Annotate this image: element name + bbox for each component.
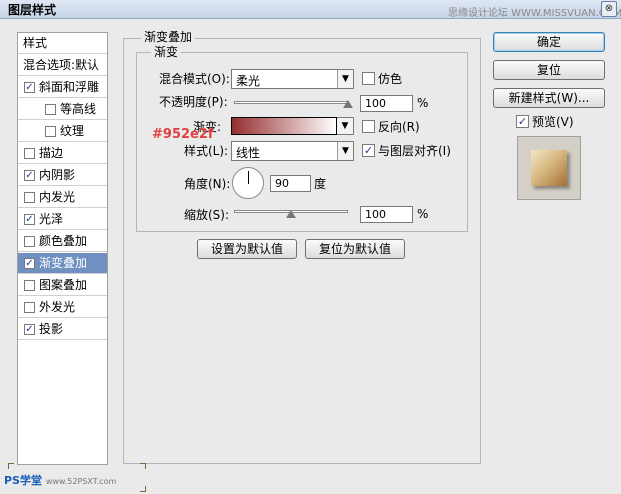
style-list-item[interactable]: ✓ 渐变叠加 — [18, 253, 107, 274]
style-list-checkbox[interactable] — [24, 192, 35, 203]
style-list-label: 光泽 — [39, 212, 64, 226]
style-value: 线性 — [236, 146, 261, 160]
angle-input[interactable]: 90 — [270, 175, 311, 192]
style-list-label: 颜色叠加 — [39, 234, 88, 248]
style-list-label: 混合选项:默认 — [23, 58, 100, 72]
opacity-input[interactable]: 100 — [360, 95, 413, 112]
blend-mode-label: 混合模式(O): — [159, 72, 230, 86]
scale-input[interactable]: 100 — [360, 206, 413, 223]
style-list-label: 斜面和浮雕 — [39, 80, 100, 94]
style-list-item[interactable]: 纹理 — [18, 121, 107, 142]
preview-thumbnail — [517, 136, 581, 200]
dither-label: 仿色 — [378, 72, 403, 86]
corner-bracket — [8, 463, 14, 469]
logo-text: PS学堂 — [4, 474, 42, 487]
style-list-item[interactable]: ✓ 内阴影 — [18, 165, 107, 186]
style-list-item[interactable]: 内发光 — [18, 187, 107, 208]
style-list-checkbox[interactable] — [24, 302, 35, 313]
style-list-item[interactable]: 颜色叠加 — [18, 231, 107, 252]
style-list-item[interactable]: ✓ 斜面和浮雕 — [18, 77, 107, 98]
opacity-slider-thumb[interactable] — [343, 100, 353, 108]
style-list-item[interactable]: 混合选项:默认 — [18, 55, 107, 76]
style-list-checkbox[interactable]: ✓ — [24, 214, 35, 225]
style-list-label: 纹理 — [60, 124, 85, 138]
gradient-subgroup-title: 渐变 — [151, 45, 182, 59]
style-list-checkbox[interactable]: ✓ — [24, 324, 35, 335]
style-list-label: 内发光 — [39, 190, 76, 204]
style-list-item[interactable]: 外发光 — [18, 297, 107, 318]
style-list-label: 描边 — [39, 146, 64, 160]
style-list-label: 样式 — [23, 36, 48, 50]
logo-url: www.52PSXT.com — [45, 477, 117, 486]
angle-unit: 度 — [314, 177, 327, 191]
opacity-label: 不透明度(P): — [159, 95, 228, 109]
opacity-slider-track[interactable] — [234, 101, 348, 104]
style-list-item[interactable]: ✓ 光泽 — [18, 209, 107, 230]
style-list-item[interactable]: ✓ 投影 — [18, 319, 107, 340]
scale-slider-thumb[interactable] — [286, 210, 296, 218]
corner-bracket — [140, 486, 146, 492]
reverse-checkbox[interactable] — [362, 120, 375, 133]
window-title: 图层样式 — [8, 3, 57, 17]
preview-label: 预览(V) — [532, 115, 574, 129]
style-list-checkbox[interactable] — [24, 280, 35, 291]
corner-bracket — [140, 463, 146, 469]
style-list-label: 外发光 — [39, 300, 76, 314]
gradient-swatch[interactable] — [231, 117, 337, 135]
style-list-label: 等高线 — [60, 102, 97, 116]
style-list: 样式混合选项:默认 ✓ 斜面和浮雕等高线纹理描边 ✓ 内阴影内发光 ✓ 光泽颜色叠加 ✓ 渐变叠… — [17, 32, 108, 465]
watermark-top: 思缘设计论坛 WWW.MISSVUAN.COM — [448, 8, 621, 19]
style-list-item[interactable]: 样式 — [18, 33, 107, 54]
blend-mode-select[interactable]: 柔光 ▼ — [231, 69, 354, 89]
ok-button[interactable]: 确定 — [493, 32, 605, 52]
style-list-label: 内阴影 — [39, 168, 76, 182]
title-bar: 图层样式 思缘设计论坛 WWW.MISSVUAN.COM ⊗ — [0, 0, 621, 19]
angle-dial-hand — [248, 171, 249, 184]
chevron-down-icon: ▼ — [337, 142, 353, 160]
reverse-label: 反向(R) — [378, 120, 420, 134]
set-default-button[interactable]: 设置为默认值 — [197, 239, 297, 259]
style-list-item[interactable]: 描边 — [18, 143, 107, 164]
style-list-checkbox[interactable]: ✓ — [24, 258, 35, 269]
opacity-unit: % — [417, 96, 429, 110]
site-logo: PS学堂 www.52PSXT.com — [4, 472, 116, 488]
style-list-label: 渐变叠加 — [39, 256, 88, 270]
style-list-checkbox[interactable] — [45, 126, 56, 137]
color-hex-annotation: #952e2f — [152, 127, 214, 142]
preview-swatch — [531, 150, 567, 186]
new-style-button[interactable]: 新建样式(W)... — [493, 88, 605, 108]
scale-label: 缩放(S): — [184, 208, 230, 222]
angle-label: 角度(N): — [184, 177, 231, 191]
angle-dial[interactable] — [232, 167, 264, 199]
gradient-overlay-title: 渐变叠加 — [141, 30, 196, 44]
chevron-down-icon: ▼ — [337, 70, 353, 88]
dither-checkbox[interactable] — [362, 72, 375, 85]
align-with-layer-label: 与图层对齐(I) — [378, 144, 451, 158]
close-button[interactable]: ⊗ — [601, 1, 617, 17]
style-list-checkbox[interactable] — [24, 236, 35, 247]
style-label: 样式(L): — [184, 144, 229, 158]
style-list-checkbox[interactable]: ✓ — [24, 82, 35, 93]
style-list-checkbox[interactable] — [45, 104, 56, 115]
scale-unit: % — [417, 207, 429, 221]
preview-checkbox[interactable]: ✓ — [516, 115, 529, 128]
style-list-item[interactable]: 等高线 — [18, 99, 107, 120]
reset-default-button[interactable]: 复位为默认值 — [305, 239, 405, 259]
style-list-item[interactable]: 图案叠加 — [18, 275, 107, 296]
style-list-label: 图案叠加 — [39, 278, 88, 292]
align-with-layer-checkbox[interactable]: ✓ — [362, 144, 375, 157]
style-list-checkbox[interactable]: ✓ — [24, 170, 35, 181]
gradient-picker-arrow[interactable]: ▼ — [337, 117, 354, 135]
style-list-label: 投影 — [39, 322, 64, 336]
style-select[interactable]: 线性 ▼ — [231, 141, 354, 161]
blend-mode-value: 柔光 — [236, 74, 261, 88]
style-list-checkbox[interactable] — [24, 148, 35, 159]
reset-button[interactable]: 复位 — [493, 60, 605, 80]
